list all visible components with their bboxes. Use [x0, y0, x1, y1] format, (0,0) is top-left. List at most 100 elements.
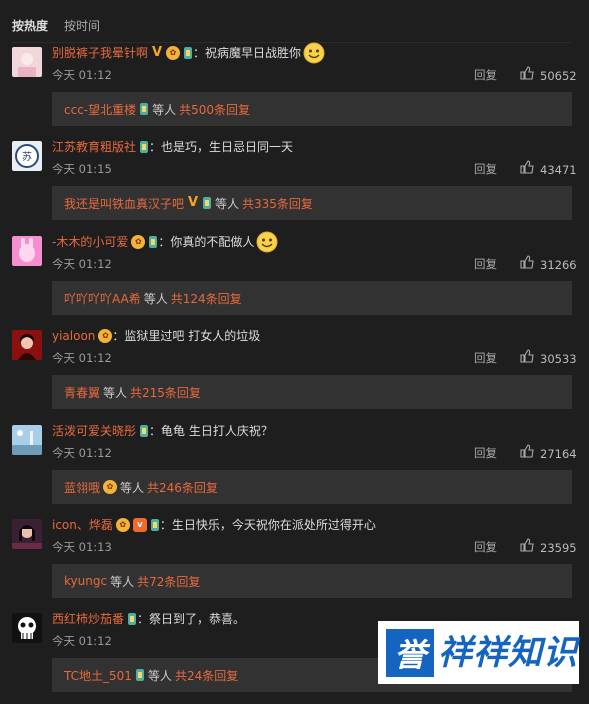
comment-time: 今天 01:12 — [52, 634, 112, 648]
sub-reply-user[interactable]: 蓝翎哦 — [64, 479, 100, 496]
thumbs-up-icon — [520, 538, 534, 557]
comment-header: 活泼可爱关晓彤 ：龟龟 生日打人庆祝？ — [52, 422, 273, 440]
sub-reply-count[interactable]: 共72条回复 — [137, 573, 200, 590]
smile-emoji-icon — [303, 42, 325, 64]
tab-by-time[interactable]: 按时间 — [64, 16, 100, 36]
member-icon — [150, 518, 160, 532]
username-link[interactable]: 江苏教育粗版社 — [52, 138, 136, 156]
reply-button[interactable]: 回复 — [474, 66, 497, 84]
comment-item: 活泼可爱关晓彤 ：龟龟 生日打人庆祝？ 今天 01:12 回复 27164 蓝翎… — [12, 422, 577, 516]
avatar[interactable] — [12, 613, 42, 643]
sub-reply-user[interactable]: 青春翼 — [64, 384, 100, 401]
username-link[interactable]: 别脱裤子我晕针啊 — [52, 44, 148, 62]
avatar[interactable] — [12, 236, 42, 266]
sub-reply-etc: 等人 — [147, 668, 172, 683]
comment-item: yialoon ✿ ：监狱里过吧 打女人的垃圾 今天 01:12 回复 3053… — [12, 327, 577, 421]
reply-button[interactable]: 回复 — [474, 255, 497, 273]
like-button[interactable]: 23595 — [520, 538, 577, 557]
divider — [12, 42, 571, 43]
username-link[interactable]: 西红柿炒茄番 — [52, 610, 124, 628]
verified-v-icon: V — [187, 195, 199, 210]
sub-reply-count[interactable]: 共24条回复 — [175, 667, 238, 684]
like-button[interactable]: 27164 — [520, 444, 577, 463]
sub-replies-box[interactable]: 青春翼 等人 共215条回复 — [52, 375, 572, 409]
sub-reply-user[interactable]: 我还是叫铁血真汉子吧 — [64, 195, 184, 212]
like-count: 31266 — [540, 257, 577, 272]
sub-reply-count[interactable]: 共335条回复 — [242, 195, 313, 212]
sub-replies-box[interactable]: 蓝翎哦 ✿ 等人 共246条回复 — [52, 470, 572, 504]
like-button[interactable]: 30533 — [520, 349, 577, 368]
member-icon — [139, 102, 149, 116]
tab-by-popularity[interactable]: 按热度 — [12, 16, 48, 36]
sub-reply-etc: 等人 — [143, 291, 168, 306]
avatar[interactable]: 苏 — [12, 141, 42, 171]
avatar[interactable] — [12, 519, 42, 549]
reply-button[interactable]: 回复 — [474, 444, 497, 462]
comment-header: 西红柿炒茄番 ：祭日到了，恭喜。 — [52, 610, 245, 628]
member-icon — [202, 196, 212, 210]
avatar[interactable] — [12, 425, 42, 455]
sub-reply-user[interactable]: kyungc — [64, 574, 107, 588]
thumbs-up-icon — [520, 160, 534, 179]
svg-text:苏: 苏 — [22, 150, 32, 163]
sub-replies-box[interactable]: 吖吖吖吖AA希 等人 共124条回复 — [52, 281, 572, 315]
comment-time: 今天 01:12 — [52, 351, 112, 365]
username-link[interactable]: icon、烨磊 — [52, 516, 113, 534]
fan-badge-icon: ✿ — [166, 46, 181, 60]
reply-button[interactable]: 回复 — [474, 349, 497, 367]
like-button[interactable]: 43471 — [520, 160, 577, 179]
comment-item: 苏 江苏教育粗版社 ：也是巧，生日忌日同一天 今天 01:15 回复 43471… — [12, 138, 577, 232]
vip-badge-icon: V — [132, 518, 147, 532]
username-link[interactable]: 活泼可爱关晓彤 — [52, 422, 136, 440]
reply-button[interactable]: 回复 — [474, 160, 497, 178]
verified-v-icon: V — [151, 45, 163, 60]
like-count: 27164 — [540, 446, 577, 461]
comment-text: ：也是巧，生日忌日同一天 — [149, 140, 294, 154]
comment-header: 江苏教育粗版社 ：也是巧，生日忌日同一天 — [52, 138, 293, 156]
watermark-logo: 誉 — [386, 628, 434, 677]
sub-reply-count[interactable]: 共215条回复 — [130, 384, 201, 401]
comment-item: 别脱裤子我晕针啊 V ✿ ：祝病魔早日战胜你 今天 01:12 回复 50652… — [12, 42, 577, 138]
like-count: 50652 — [540, 68, 577, 83]
comment-header: 别脱裤子我晕针啊 V ✿ ：祝病魔早日战胜你 — [52, 42, 325, 64]
sub-reply-user[interactable]: 吖吖吖吖AA希 — [64, 290, 141, 307]
like-count: 43471 — [540, 162, 577, 177]
member-icon — [139, 424, 149, 438]
sub-replies-box[interactable]: 我还是叫铁血真汉子吧 V 等人 共335条回复 — [52, 186, 572, 220]
thumbs-up-icon — [520, 349, 534, 368]
sub-reply-count[interactable]: 共500条回复 — [179, 101, 250, 118]
sub-reply-count[interactable]: 共246条回复 — [147, 479, 218, 496]
comment-text: ：生日快乐，今天祝你在派处所过得开心 — [159, 518, 376, 532]
sub-reply-user[interactable]: TC地土_501 — [64, 667, 132, 684]
avatar[interactable] — [12, 47, 42, 77]
comment-text: ：龟龟 生日打人庆祝？ — [149, 424, 273, 438]
member-icon — [127, 612, 137, 626]
sub-reply-etc: 等人 — [215, 196, 240, 211]
username-link[interactable]: -木木的小可爱 — [52, 233, 128, 251]
like-count: 23595 — [540, 540, 577, 555]
username-link[interactable]: yialoon — [52, 327, 95, 345]
watermark-text: 祥祥知识 — [438, 632, 578, 673]
sub-reply-count[interactable]: 共124条回复 — [171, 290, 242, 307]
reply-button[interactable]: 回复 — [474, 538, 497, 556]
sub-reply-etc: 等人 — [120, 480, 145, 495]
comment-text: ：祝病魔早日战胜你 — [193, 46, 302, 60]
avatar[interactable] — [12, 330, 42, 360]
fan-badge-icon: ✿ — [103, 480, 118, 494]
member-icon — [135, 668, 145, 682]
sort-tabs: 按热度 按时间 — [12, 16, 100, 36]
sub-reply-user[interactable]: ccc-望北重楼 — [64, 101, 136, 118]
like-button[interactable]: 50652 — [520, 66, 577, 85]
like-count: 30533 — [540, 351, 577, 366]
comment-item: icon、烨磊 ✿ V ：生日快乐，今天祝你在派处所过得开心 今天 01:13 … — [12, 516, 577, 610]
like-button[interactable]: 31266 — [520, 255, 577, 274]
comment-item: -木木的小可爱 ✿ ：你真的不配做人 今天 01:12 回复 31266 吖吖吖… — [12, 231, 577, 327]
thumbs-up-icon — [520, 255, 534, 274]
fan-badge-icon: ✿ — [115, 518, 130, 532]
sub-replies-box[interactable]: ccc-望北重楼 等人 共500条回复 — [52, 92, 572, 126]
sub-reply-etc: 等人 — [103, 385, 128, 400]
thumbs-up-icon — [520, 444, 534, 463]
comment-header: icon、烨磊 ✿ V ：生日快乐，今天祝你在派处所过得开心 — [52, 516, 376, 534]
watermark-overlay: 誉 祥祥知识 — [378, 621, 579, 684]
sub-replies-box[interactable]: kyungc 等人 共72条回复 — [52, 564, 572, 598]
